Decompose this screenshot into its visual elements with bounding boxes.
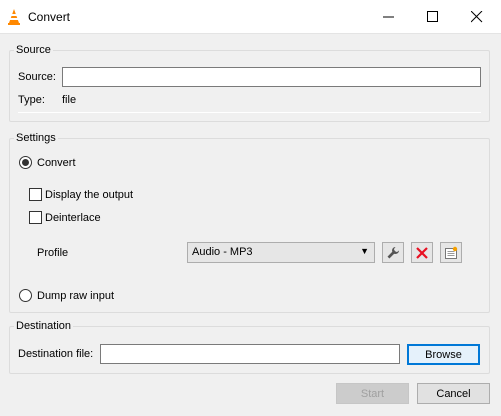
destination-group-title: Destination xyxy=(14,320,74,332)
type-label: Type: xyxy=(18,94,45,106)
source-input[interactable] xyxy=(62,67,481,87)
new-profile-button[interactable] xyxy=(440,242,462,263)
display-output-label: Display the output xyxy=(45,189,134,201)
edit-profile-button[interactable] xyxy=(382,242,404,263)
delete-profile-button[interactable] xyxy=(411,242,433,263)
maximize-button[interactable] xyxy=(416,0,450,34)
destination-file-label: Destination file: xyxy=(18,348,94,360)
browse-button-label: Browse xyxy=(425,348,462,361)
browse-button[interactable]: Browse xyxy=(407,344,480,365)
settings-group-title: Settings xyxy=(14,132,58,144)
window-title: Convert xyxy=(28,10,71,24)
convert-label: Convert xyxy=(37,157,76,169)
chevron-down-icon: ▼ xyxy=(360,246,369,256)
profile-select[interactable]: Audio - MP3 ▼ xyxy=(187,242,375,263)
red-x-icon xyxy=(416,246,428,259)
source-group-title: Source xyxy=(14,44,53,56)
type-value: file xyxy=(62,94,77,106)
dump-raw-radio[interactable] xyxy=(19,289,32,302)
deinterlace-checkbox[interactable] xyxy=(29,211,42,224)
source-label: Source: xyxy=(18,71,56,83)
close-button[interactable] xyxy=(460,0,494,34)
profile-label: Profile xyxy=(37,247,69,259)
start-button-label: Start xyxy=(360,387,385,400)
minimize-button[interactable] xyxy=(372,0,406,34)
wrench-icon xyxy=(387,246,399,258)
dump-raw-label: Dump raw input xyxy=(37,290,115,302)
title-bar: Convert xyxy=(0,0,501,34)
convert-radio[interactable] xyxy=(19,156,32,169)
settings-group: Settings xyxy=(9,132,490,313)
display-output-checkbox[interactable] xyxy=(29,188,42,201)
minimize-icon xyxy=(383,16,394,18)
maximize-icon xyxy=(427,11,438,22)
new-profile-icon xyxy=(445,246,458,259)
cancel-button-label: Cancel xyxy=(436,387,471,400)
destination-file-input[interactable] xyxy=(100,344,400,364)
cancel-button[interactable]: Cancel xyxy=(417,383,490,404)
deinterlace-label: Deinterlace xyxy=(45,212,101,224)
vlc-cone-icon xyxy=(6,8,22,26)
source-divider xyxy=(18,112,481,113)
start-button[interactable]: Start xyxy=(336,383,409,404)
profile-select-value: Audio - MP3 xyxy=(192,246,253,258)
close-icon xyxy=(471,11,483,23)
